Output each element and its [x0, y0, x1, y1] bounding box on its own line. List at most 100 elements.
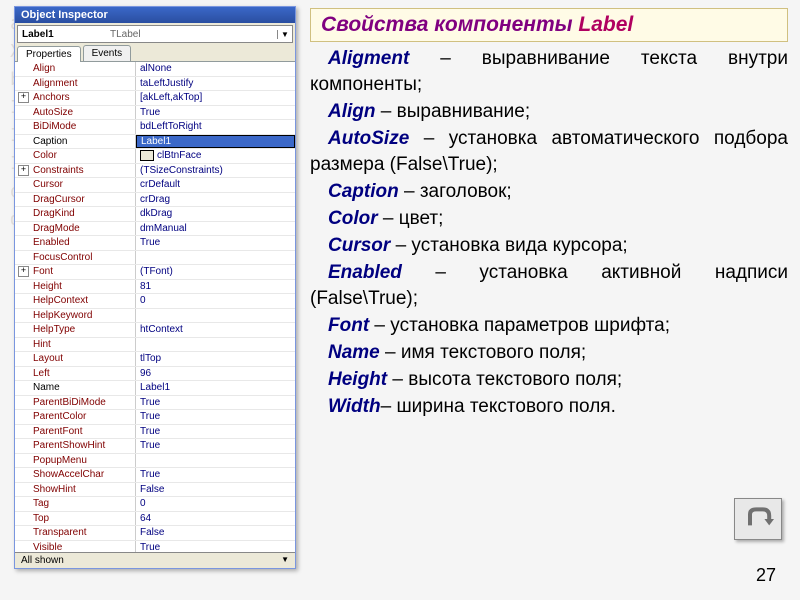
property-row[interactable]: Height81 [15, 280, 295, 295]
property-value[interactable]: [akLeft,akTop] [136, 91, 295, 105]
property-row[interactable]: BiDiModebdLeftToRight [15, 120, 295, 135]
property-row[interactable]: EnabledTrue [15, 236, 295, 251]
list-item: Color – цвет; [310, 206, 788, 232]
property-row[interactable]: Hint [15, 338, 295, 353]
property-row[interactable]: ShowHintFalse [15, 483, 295, 498]
property-row[interactable]: VisibleTrue [15, 541, 295, 553]
property-row[interactable]: +Constraints(TSizeConstraints) [15, 164, 295, 179]
property-row[interactable]: CursorcrDefault [15, 178, 295, 193]
description-list: Aligment – выравнивание текста внутри ко… [310, 46, 788, 420]
expand-icon[interactable]: + [18, 266, 29, 277]
property-value[interactable] [136, 338, 295, 352]
property-term: Align [328, 101, 376, 122]
property-row[interactable]: ParentShowHintTrue [15, 439, 295, 454]
property-value[interactable]: 96 [136, 367, 295, 381]
property-row[interactable]: ParentBiDiModeTrue [15, 396, 295, 411]
list-item: Cursor – установка вида курсора; [310, 233, 788, 259]
property-value[interactable]: True [136, 468, 295, 482]
property-row[interactable]: Tag0 [15, 497, 295, 512]
list-item: Height – высота текстового поля; [310, 367, 788, 393]
property-row[interactable]: AutoSizeTrue [15, 106, 295, 121]
property-value[interactable] [136, 454, 295, 468]
property-row[interactable]: Left96 [15, 367, 295, 382]
expand-icon[interactable]: + [18, 165, 29, 176]
property-value[interactable] [136, 309, 295, 323]
expand-icon[interactable]: + [18, 92, 29, 103]
property-value[interactable]: True [136, 236, 295, 250]
property-row[interactable]: HelpKeyword [15, 309, 295, 324]
page-title: Свойства компоненты Label [310, 8, 788, 42]
property-name: Cursor [15, 178, 136, 192]
property-value[interactable]: True [136, 425, 295, 439]
property-value[interactable]: False [136, 526, 295, 540]
property-row[interactable]: HelpContext0 [15, 294, 295, 309]
property-row[interactable]: ColorclBtnFace [15, 149, 295, 164]
property-row[interactable]: CaptionLabel1 [15, 135, 295, 150]
property-value[interactable]: crDrag [136, 193, 295, 207]
property-row[interactable]: FocusControl [15, 251, 295, 266]
property-value[interactable]: (TSizeConstraints) [136, 164, 295, 178]
property-value[interactable]: (TFont) [136, 265, 295, 279]
property-value[interactable]: 0 [136, 294, 295, 308]
property-value[interactable]: 0 [136, 497, 295, 511]
list-item: Width– ширина текстового поля. [310, 394, 788, 420]
dropdown-arrow-icon[interactable]: ▼ [277, 30, 292, 39]
property-row[interactable]: DragModedmManual [15, 222, 295, 237]
property-value[interactable]: taLeftJustify [136, 77, 295, 91]
property-value[interactable]: tlTop [136, 352, 295, 366]
property-value[interactable]: True [136, 396, 295, 410]
property-row[interactable]: DragCursorcrDrag [15, 193, 295, 208]
property-name: HelpKeyword [15, 309, 136, 323]
property-value[interactable]: 81 [136, 280, 295, 294]
property-value[interactable]: alNone [136, 62, 295, 76]
back-button[interactable] [734, 498, 782, 540]
property-value[interactable]: False [136, 483, 295, 497]
property-value[interactable]: htContext [136, 323, 295, 337]
property-value[interactable]: Label1 [136, 381, 295, 395]
tab-events[interactable]: Events [83, 45, 132, 61]
property-value[interactable] [136, 251, 295, 265]
property-name: Name [15, 381, 136, 395]
titlebar[interactable]: Object Inspector [15, 7, 295, 23]
property-term: Height [328, 369, 387, 390]
property-row[interactable]: ShowAccelCharTrue [15, 468, 295, 483]
property-row[interactable]: ParentColorTrue [15, 410, 295, 425]
property-row[interactable]: NameLabel1 [15, 381, 295, 396]
property-value[interactable]: dmManual [136, 222, 295, 236]
property-value[interactable]: clBtnFace [136, 149, 295, 163]
property-value[interactable]: dkDrag [136, 207, 295, 221]
property-name: ParentColor [15, 410, 136, 424]
tab-properties[interactable]: Properties [17, 46, 81, 62]
property-name: DragKind [15, 207, 136, 221]
property-row[interactable]: ParentFontTrue [15, 425, 295, 440]
property-row[interactable]: AlignmenttaLeftJustify [15, 77, 295, 92]
property-term: Cursor [328, 235, 390, 256]
property-row[interactable]: TransparentFalse [15, 526, 295, 541]
property-row[interactable]: AlignalNone [15, 62, 295, 77]
property-value[interactable]: Label1 [136, 135, 295, 148]
property-value[interactable]: 64 [136, 512, 295, 526]
u-turn-icon [742, 505, 774, 533]
object-selector[interactable]: Label1 TLabel ▼ [17, 25, 293, 43]
property-value[interactable]: True [136, 541, 295, 553]
property-row[interactable]: +Anchors[akLeft,akTop] [15, 91, 295, 106]
property-name: Layout [15, 352, 136, 366]
object-inspector-window: Object Inspector Label1 TLabel ▼ Propert… [14, 6, 296, 569]
property-name: HelpContext [15, 294, 136, 308]
chevron-down-icon[interactable]: ▼ [281, 555, 289, 566]
property-value[interactable]: True [136, 410, 295, 424]
property-row[interactable]: LayouttlTop [15, 352, 295, 367]
property-row[interactable]: DragKinddkDrag [15, 207, 295, 222]
property-row[interactable]: Top64 [15, 512, 295, 527]
property-row[interactable]: HelpTypehtContext [15, 323, 295, 338]
property-value[interactable]: True [136, 106, 295, 120]
property-value[interactable]: crDefault [136, 178, 295, 192]
property-grid[interactable]: AlignalNoneAlignmenttaLeftJustify+Anchor… [15, 62, 295, 552]
property-name: AutoSize [15, 106, 136, 120]
property-row[interactable]: +Font(TFont) [15, 265, 295, 280]
property-row[interactable]: PopupMenu [15, 454, 295, 469]
property-value[interactable]: bdLeftToRight [136, 120, 295, 134]
property-value[interactable]: True [136, 439, 295, 453]
property-name: ParentShowHint [15, 439, 136, 453]
content-area: Свойства компоненты Label Aligment – выр… [310, 8, 788, 421]
